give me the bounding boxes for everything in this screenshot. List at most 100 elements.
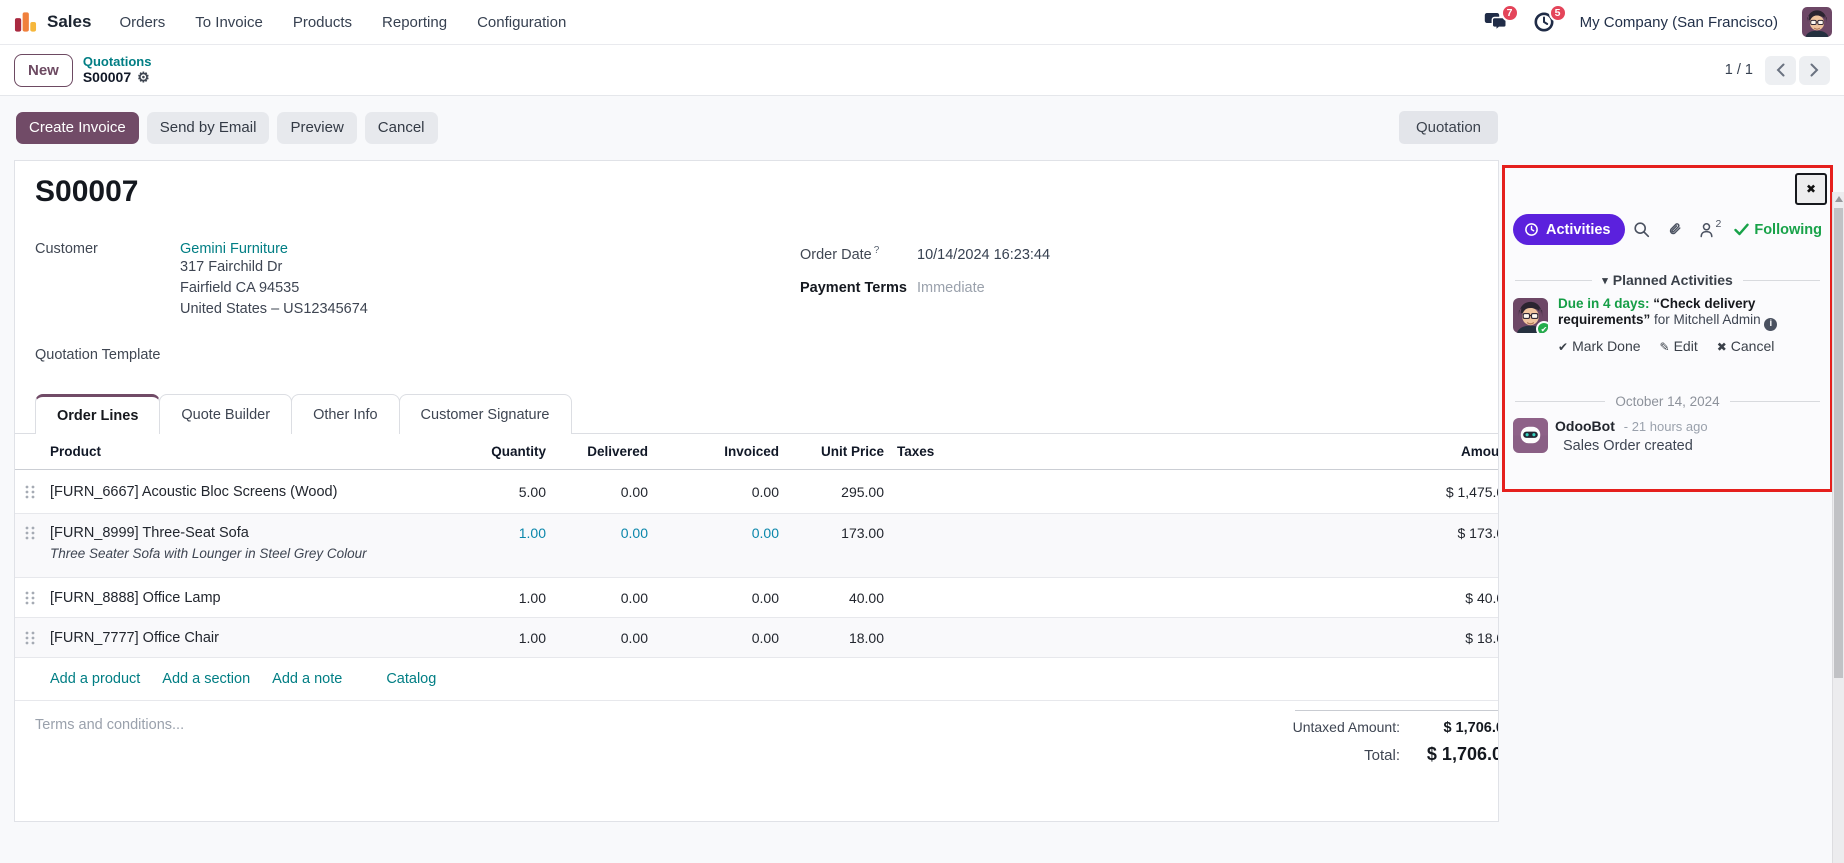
mark-done-button[interactable]: ✔Mark Done (1558, 338, 1641, 354)
menu-to-invoice[interactable]: To Invoice (195, 14, 263, 31)
menu-reporting[interactable]: Reporting (382, 14, 447, 31)
activity-assignee: for Mitchell Admin (1654, 312, 1761, 327)
scrollbar-up-arrow[interactable] (1835, 196, 1843, 202)
line-quantity[interactable]: 1.00 (435, 630, 546, 646)
line-product[interactable]: [FURN_6667] Acoustic Bloc Screens (Wood) (45, 484, 435, 500)
main-content: Create Invoice Send by Email Preview Can… (0, 96, 1844, 863)
date-divider-text: October 14, 2024 (1615, 394, 1719, 409)
line-delivered[interactable]: 0.00 (546, 590, 648, 606)
add-a-note-link[interactable]: Add a note (272, 671, 342, 687)
line-quantity[interactable]: 5.00 (435, 484, 546, 500)
pager-count: 1 / 1 (1725, 62, 1753, 78)
check-icon: ✔ (1558, 340, 1568, 354)
app-menu: Orders To Invoice Products Reporting Con… (119, 14, 566, 31)
preview-button[interactable]: Preview (277, 112, 356, 144)
order-line-row[interactable]: [FURN_6667] Acoustic Bloc Screens (Wood)… (15, 470, 1499, 514)
line-delivered[interactable]: 0.00 (546, 630, 648, 646)
order-line-row[interactable]: [FURN_7777] Office Chair 1.00 0.00 0.00 … (15, 618, 1499, 658)
column-delivered[interactable]: Delivered (546, 444, 648, 459)
drag-handle-icon[interactable] (15, 514, 45, 541)
customer-label: Customer (35, 241, 180, 320)
notebook-tabs: Order Lines Quote Builder Other Info Cus… (15, 394, 1499, 434)
tab-order-lines[interactable]: Order Lines (35, 394, 160, 434)
payment-terms-value[interactable]: Immediate (917, 280, 1240, 296)
line-unit-price[interactable]: 40.00 (779, 590, 884, 606)
line-quantity[interactable]: 1.00 (435, 590, 546, 606)
pager: 1 / 1 (1725, 56, 1830, 85)
line-invoiced[interactable]: 0.00 (648, 630, 779, 646)
line-product[interactable]: [FURN_7777] Office Chair (45, 630, 435, 646)
menu-products[interactable]: Products (293, 14, 352, 31)
line-product: [FURN_8999] Three-Seat Sofa (50, 525, 435, 541)
customer-link[interactable]: Gemini Furniture (180, 241, 368, 257)
new-button[interactable]: New (14, 54, 73, 87)
line-quantity[interactable]: 1.00 (435, 514, 546, 541)
message-author[interactable]: OdooBot (1555, 418, 1615, 434)
cancel-button[interactable]: Cancel (365, 112, 438, 144)
stage-quotation-badge[interactable]: Quotation (1399, 111, 1498, 144)
activity-assignee-avatar[interactable]: ✔ (1513, 298, 1548, 333)
gear-icon[interactable]: ⚙ (137, 69, 150, 86)
scrollbar-thumb[interactable] (1834, 208, 1843, 678)
drag-handle-icon[interactable] (15, 630, 45, 646)
line-invoiced[interactable]: 0.00 (648, 514, 779, 541)
order-line-row[interactable]: [FURN_8999] Three-Seat Sofa Three Seater… (15, 514, 1499, 578)
line-unit-price[interactable]: 173.00 (779, 514, 884, 541)
info-icon[interactable]: i (1764, 318, 1777, 331)
messages-icon[interactable]: 7 (1484, 11, 1508, 33)
column-amount[interactable]: Amount (1015, 444, 1499, 459)
followers-icon[interactable]: 2 (1699, 222, 1722, 238)
line-unit-price[interactable]: 18.00 (779, 630, 884, 646)
odoobot-avatar[interactable] (1513, 418, 1548, 453)
create-invoice-button[interactable]: Create Invoice (16, 112, 139, 144)
menu-orders[interactable]: Orders (119, 14, 165, 31)
line-unit-price[interactable]: 295.00 (779, 484, 884, 500)
column-quantity[interactable]: Quantity (435, 444, 546, 459)
add-a-section-link[interactable]: Add a section (162, 671, 250, 687)
column-invoiced[interactable]: Invoiced (648, 444, 779, 459)
untaxed-amount-label: Untaxed Amount: (1293, 719, 1400, 735)
close-icon[interactable]: ✖ (1795, 173, 1827, 205)
drag-handle-icon[interactable] (15, 484, 45, 500)
line-invoiced[interactable]: 0.00 (648, 590, 779, 606)
line-delivered[interactable]: 0.00 (546, 484, 648, 500)
company-switcher[interactable]: My Company (San Francisco) (1580, 14, 1778, 31)
attachment-paperclip-icon[interactable] (1666, 221, 1683, 238)
pager-next-button[interactable] (1799, 56, 1830, 85)
line-invoiced[interactable]: 0.00 (648, 484, 779, 500)
send-by-email-button[interactable]: Send by Email (147, 112, 270, 144)
search-icon[interactable] (1633, 221, 1650, 238)
column-taxes[interactable]: Taxes (884, 444, 1015, 459)
add-a-product-link[interactable]: Add a product (50, 671, 140, 687)
line-amount: $ 18.00 (1015, 630, 1499, 646)
vertical-scrollbar[interactable] (1832, 192, 1844, 863)
drag-handle-icon[interactable] (15, 590, 45, 606)
date-divider: October 14, 2024 (1515, 394, 1820, 409)
catalog-link[interactable]: Catalog (386, 671, 436, 687)
cancel-activity-button[interactable]: ✖Cancel (1717, 338, 1775, 354)
edit-activity-button[interactable]: ✎Edit (1660, 338, 1698, 354)
line-product[interactable]: [FURN_8888] Office Lamp (45, 590, 435, 606)
odoo-logo-icon[interactable] (14, 10, 37, 34)
order-lines-table: Product Quantity Delivered Invoiced Unit… (15, 434, 1499, 701)
menu-configuration[interactable]: Configuration (477, 14, 566, 31)
column-product[interactable]: Product (45, 444, 435, 459)
tab-customer-signature[interactable]: Customer Signature (399, 394, 572, 434)
user-avatar[interactable] (1802, 7, 1832, 37)
activities-button[interactable]: Activities (1513, 214, 1625, 245)
activity-check-badge: ✔ (1536, 321, 1548, 333)
control-panel: New Quotations S00007 ⚙ 1 / 1 (0, 45, 1844, 96)
activities-clock-icon[interactable]: 5 (1532, 11, 1556, 33)
line-taxes[interactable] (884, 514, 1015, 525)
tab-other-info[interactable]: Other Info (291, 394, 399, 434)
breadcrumb-quotations[interactable]: Quotations (83, 54, 152, 70)
order-line-row[interactable]: [FURN_8888] Office Lamp 1.00 0.00 0.00 4… (15, 578, 1499, 618)
pager-previous-button[interactable] (1765, 56, 1796, 85)
column-unit-price[interactable]: Unit Price (779, 444, 884, 459)
caret-down-icon: ▾ (1602, 274, 1608, 287)
app-name[interactable]: Sales (47, 12, 91, 32)
tab-quote-builder[interactable]: Quote Builder (159, 394, 292, 434)
following-button[interactable]: Following (1734, 222, 1822, 238)
line-delivered[interactable]: 0.00 (546, 514, 648, 541)
order-date-value[interactable]: 10/14/2024 16:23:44 (917, 247, 1240, 263)
